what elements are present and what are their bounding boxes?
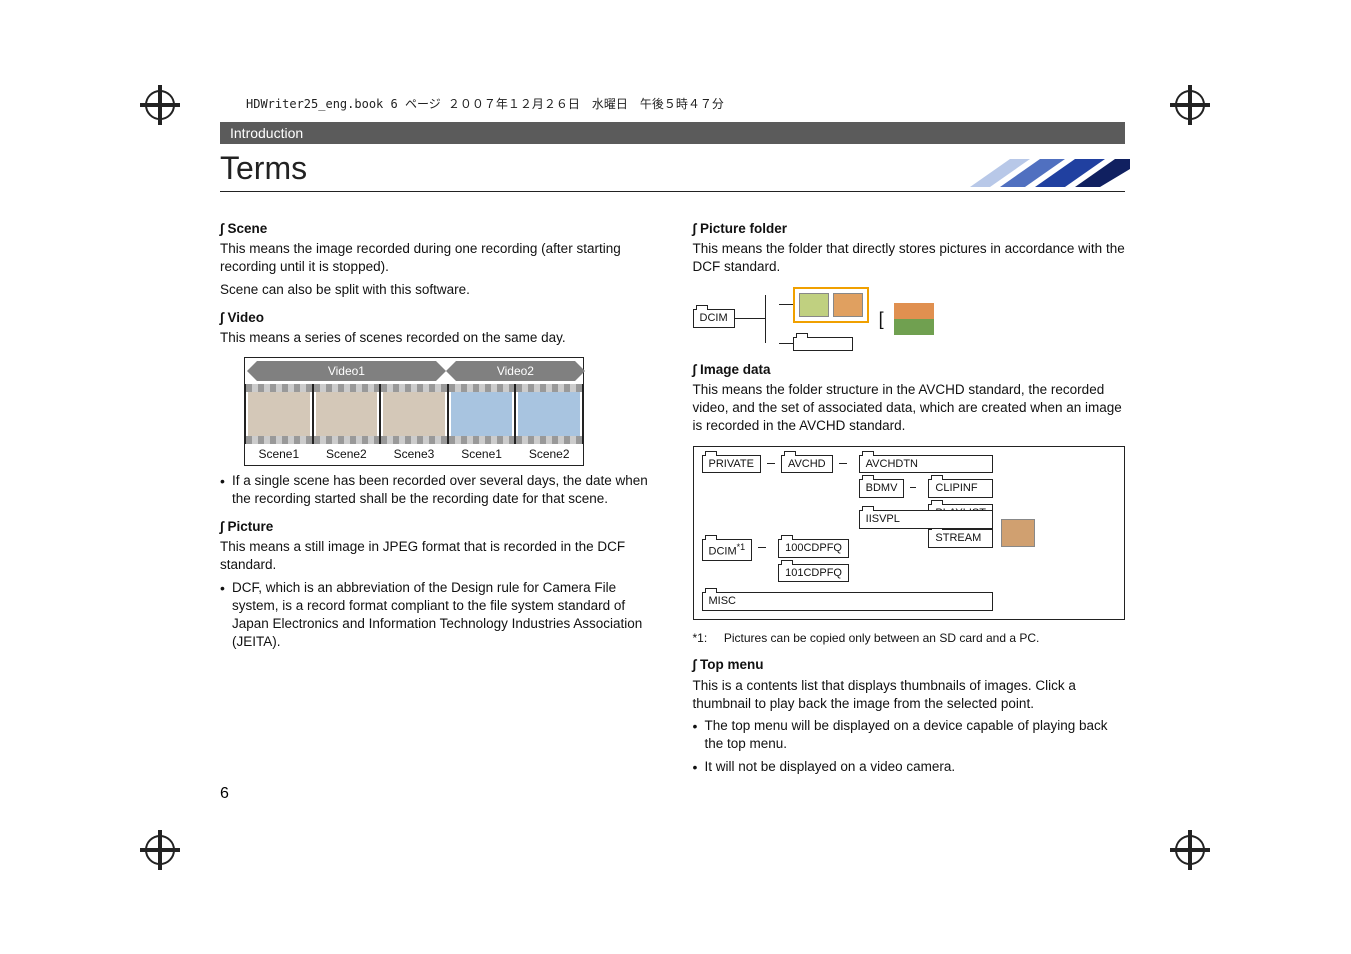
folder-clipinf: CLIPINF — [928, 479, 993, 498]
folder-dcim: DCIM — [693, 309, 735, 328]
footnote: *1: Pictures can be copied only between … — [693, 630, 1126, 646]
term-top-menu-label: Top menu — [700, 657, 764, 672]
top-menu-bullet-1: The top menu will be displayed on a devi… — [693, 717, 1126, 753]
header-metadata: HDWriter25_eng.book 6 ページ ２００７年１２月２６日 水曜… — [246, 95, 1130, 112]
highlighted-folder — [793, 287, 869, 323]
video1-label: Video1 — [257, 361, 435, 381]
term-image-data: ∫ Image data — [693, 361, 1126, 379]
scene-body-1: This means the image recorded during one… — [220, 240, 653, 276]
folder-100cdpfq: 100CDPFQ — [778, 539, 849, 558]
dcim-footnote-marker: *1 — [737, 542, 746, 552]
reg-mark-top-right — [1170, 85, 1210, 125]
folder-private: PRIVATE — [702, 455, 761, 474]
reg-mark-bottom-left — [140, 830, 180, 870]
video-diagram: Video1 Video2 Scene1 Scene2 Scene3 Scene… — [244, 357, 584, 465]
picture-note: DCF, which is an abbreviation of the Des… — [220, 579, 653, 652]
term-scene-label: Scene — [227, 221, 267, 236]
left-column: ∫ Scene This means the image recorded du… — [220, 210, 653, 780]
picture-thumbnail — [894, 303, 934, 335]
folder-101cdpfq: 101CDPFQ — [778, 564, 849, 583]
picture-folder-diagram: DCIM [ — [693, 287, 1126, 351]
right-column: ∫ Picture folder This means the folder t… — [693, 210, 1126, 780]
folder-bdmv: BDMV — [859, 479, 905, 498]
image-data-diagram: PRIVATE AVCHD AVCHDTN BDMV CLIPINF — [693, 446, 1126, 621]
page-title: Terms — [220, 150, 970, 187]
folder-avchdtn: AVCHDTN — [859, 455, 993, 474]
scene-label-3: Scene3 — [380, 446, 448, 462]
image-data-thumbnail — [1001, 519, 1035, 547]
video-note: If a single scene has been recorded over… — [220, 472, 653, 508]
video-body: This means a series of scenes recorded o… — [220, 329, 653, 347]
image-data-body: This means the folder structure in the A… — [693, 381, 1126, 436]
picture-body: This means a still image in JPEG format … — [220, 538, 653, 574]
footnote-text: Pictures can be copied only between an S… — [724, 630, 1125, 646]
picture-folder-body: This means the folder that directly stor… — [693, 240, 1126, 276]
term-video-label: Video — [227, 310, 264, 325]
video2-label: Video2 — [456, 361, 575, 381]
footnote-label: *1: — [693, 630, 721, 646]
folder-avchd: AVCHD — [781, 455, 833, 474]
scene-label-2: Scene2 — [313, 446, 381, 462]
scene-label-4: Scene1 — [448, 446, 516, 462]
scene-body-2: Scene can also be split with this softwa… — [220, 281, 653, 299]
top-menu-body: This is a contents list that displays th… — [693, 677, 1126, 713]
term-image-data-label: Image data — [700, 362, 771, 377]
term-picture-folder: ∫ Picture folder — [693, 220, 1126, 238]
scene-label-1: Scene1 — [245, 446, 313, 462]
term-picture: ∫ Picture — [220, 518, 653, 536]
folder-misc: MISC — [702, 592, 993, 611]
title-rule — [220, 191, 1125, 192]
title-decoration — [970, 159, 1130, 187]
page-number: 6 — [220, 785, 229, 803]
term-top-menu: ∫ Top menu — [693, 656, 1126, 674]
scene-label-5: Scene2 — [515, 446, 583, 462]
section-label: Introduction — [220, 122, 1125, 144]
top-menu-bullet-2: It will not be displayed on a video came… — [693, 758, 1126, 776]
folder-dcim-2: DCIM*1 — [702, 539, 753, 562]
folder-stream: STREAM — [928, 529, 993, 548]
term-picture-label: Picture — [227, 519, 273, 534]
term-scene: ∫ Scene — [220, 220, 653, 238]
term-video: ∫ Video — [220, 309, 653, 327]
reg-mark-bottom-right — [1170, 830, 1210, 870]
reg-mark-top-left — [140, 85, 180, 125]
term-picture-folder-label: Picture folder — [700, 221, 787, 236]
folder-iisvpl: IISVPL — [859, 510, 993, 529]
